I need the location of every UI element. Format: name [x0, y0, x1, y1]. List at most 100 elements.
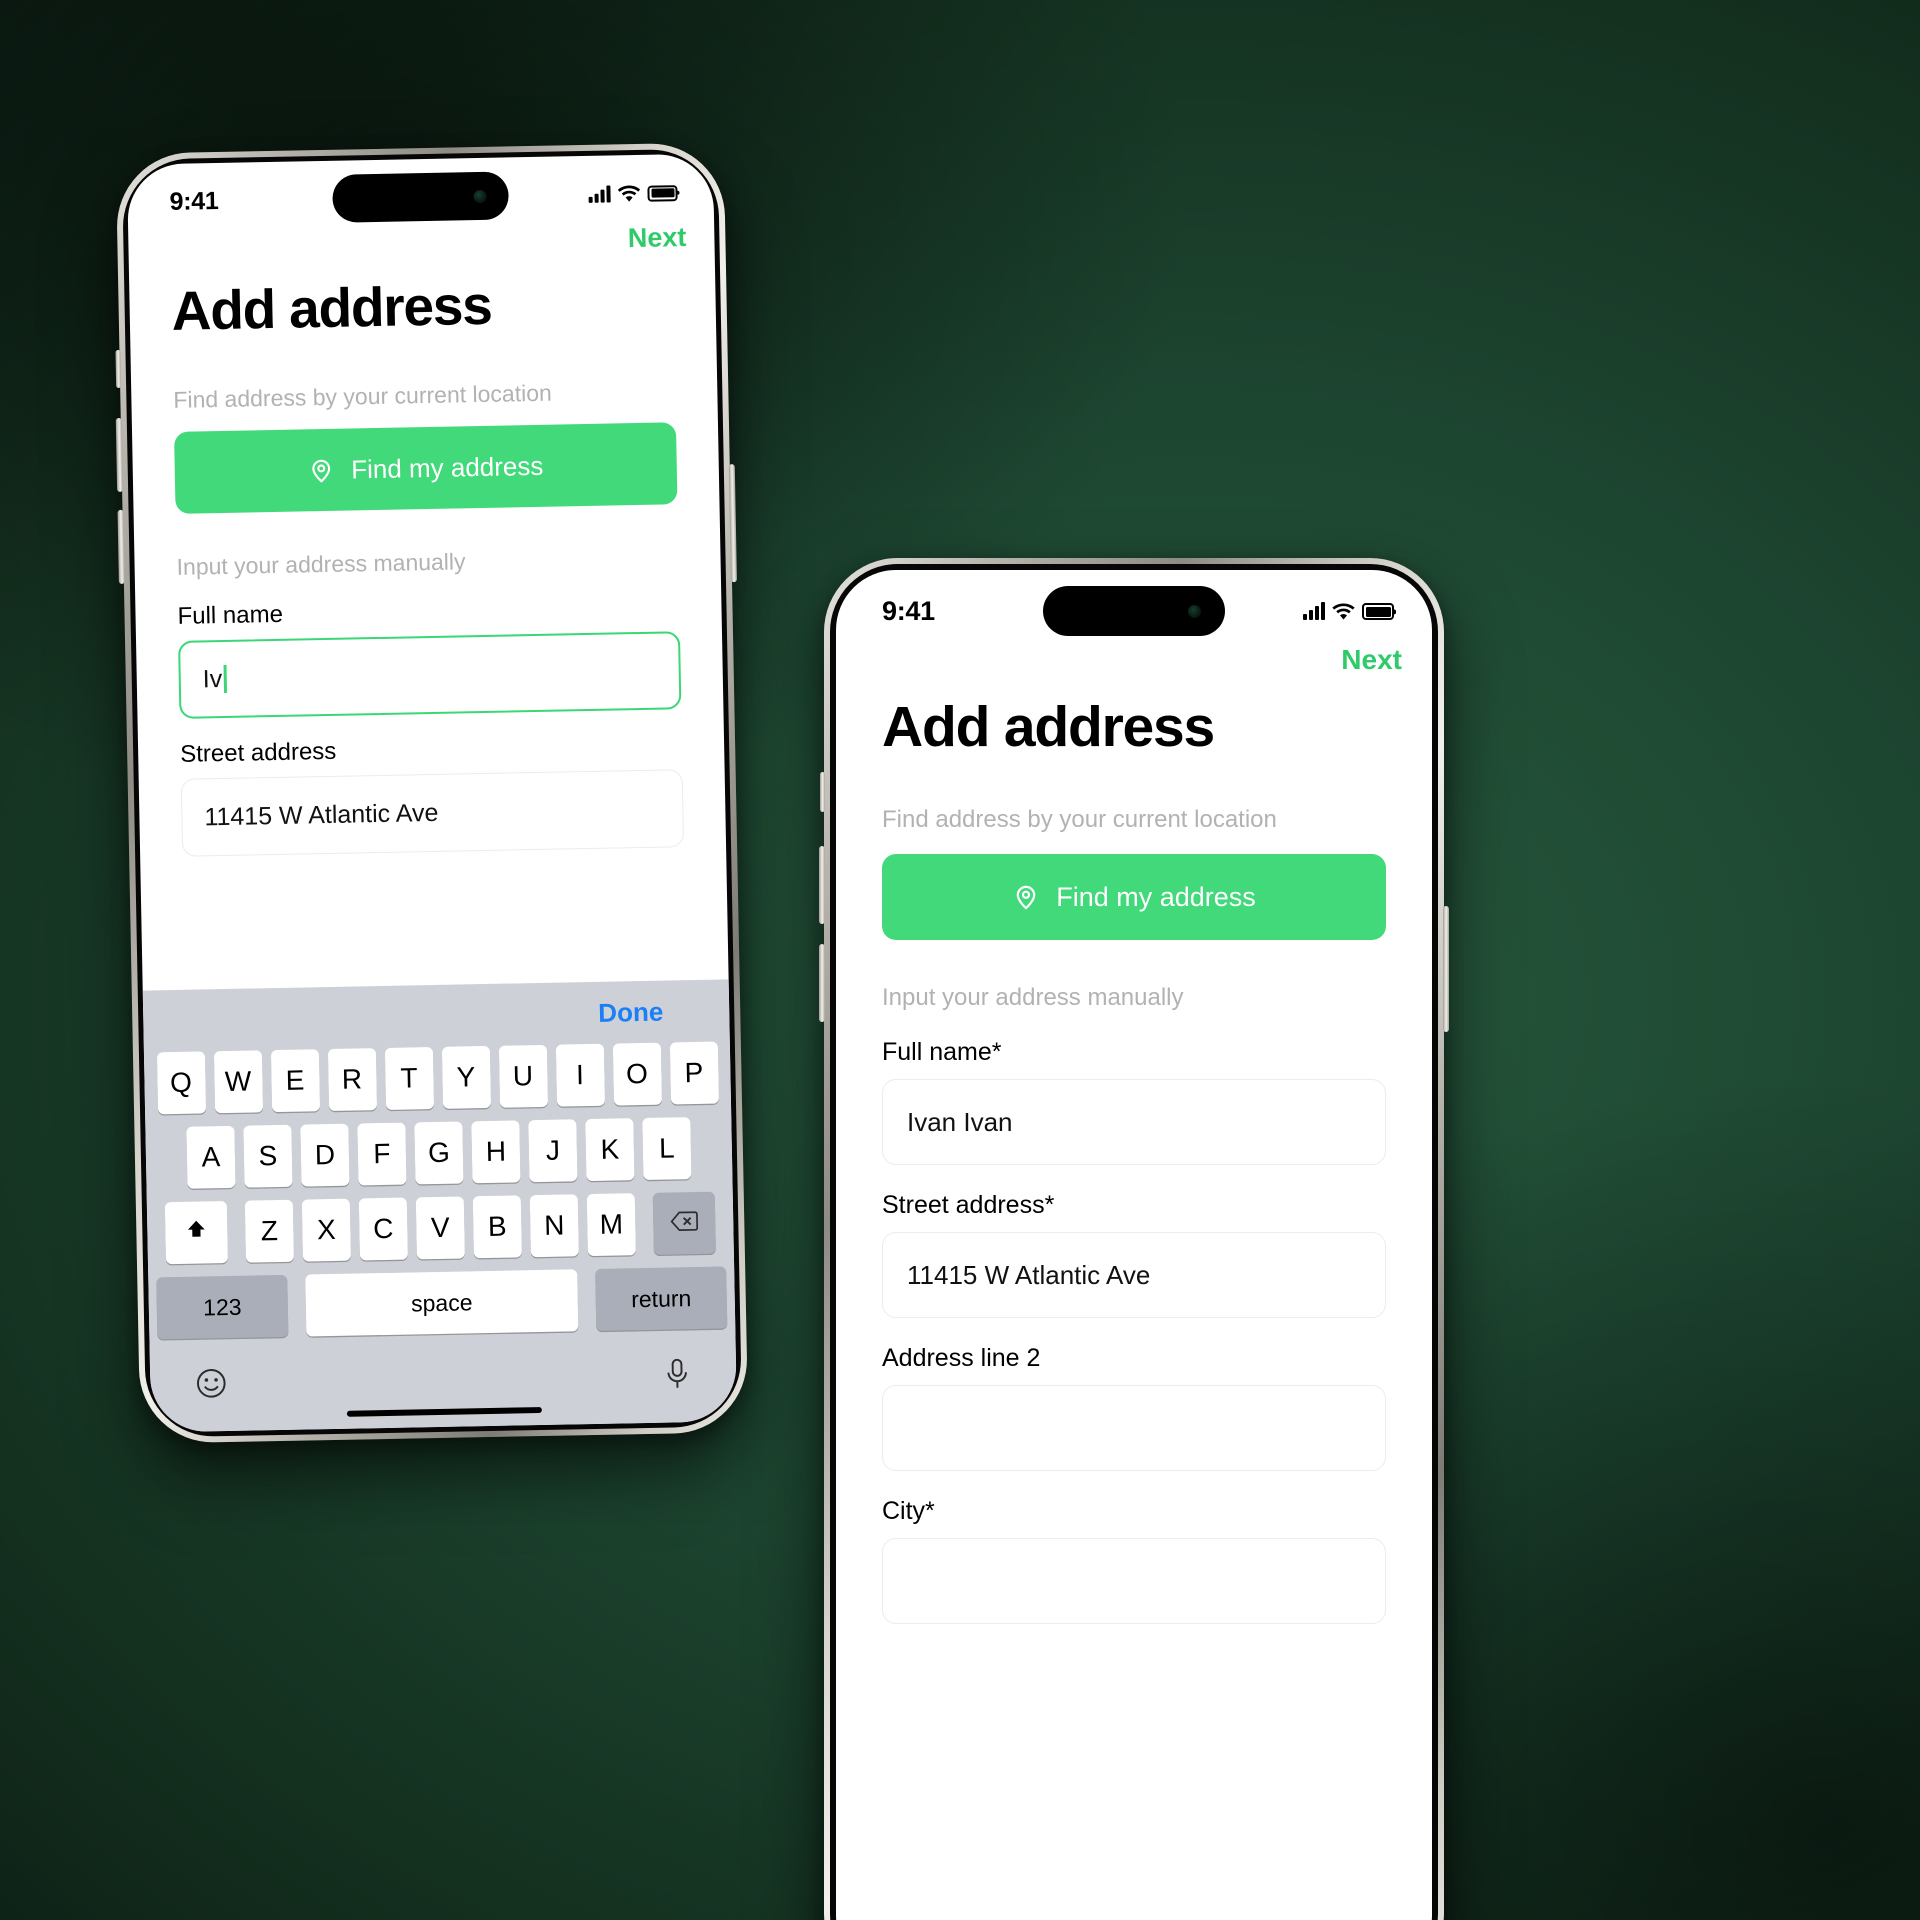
full-name-input[interactable]: Ivan Ivan	[882, 1079, 1386, 1165]
volume-up-button[interactable]	[819, 846, 825, 924]
keyboard-accessory-bar: Done	[143, 979, 730, 1052]
full-name-value: Iv	[202, 664, 223, 693]
find-my-address-button[interactable]: Find my address	[174, 422, 678, 514]
full-name-label: Full name*	[882, 1038, 1002, 1066]
location-pin-icon	[308, 456, 336, 484]
dynamic-island	[1043, 586, 1225, 636]
dynamic-island	[332, 171, 510, 223]
street-address-label: Street address*	[882, 1191, 1055, 1219]
key-i[interactable]: I	[555, 1043, 605, 1107]
key-l[interactable]: L	[642, 1117, 692, 1181]
key-d[interactable]: D	[300, 1123, 350, 1187]
full-name-input[interactable]: Iv	[178, 631, 682, 719]
onscreen-keyboard: Done QWERTYUIOP ASDFGHJKL ZXCVBNM 123 sp…	[142, 979, 738, 1433]
key-o[interactable]: O	[612, 1042, 662, 1106]
phone-screen-right: 9:41 Next Add address Find address by yo…	[836, 570, 1432, 1920]
battery-icon	[1362, 603, 1394, 620]
next-button[interactable]: Next	[628, 222, 687, 254]
emoji-smiley-icon[interactable]	[194, 1366, 229, 1406]
space-key[interactable]: space	[305, 1269, 579, 1337]
street-address-value: 11415 W Atlantic Ave	[204, 798, 439, 831]
shift-key[interactable]	[164, 1201, 228, 1265]
location-section-hint: Find address by your current location	[173, 379, 553, 413]
phone-screen-left: 9:41 Next Add address Find address by yo…	[126, 153, 738, 1433]
key-s[interactable]: S	[243, 1124, 293, 1188]
key-g[interactable]: G	[414, 1121, 464, 1185]
backspace-delete-icon	[670, 1207, 699, 1240]
find-my-address-label: Find my address	[1056, 881, 1256, 912]
address-line-2-input[interactable]	[882, 1385, 1386, 1471]
city-label: City*	[882, 1497, 935, 1525]
cellular-bars-icon	[1303, 602, 1325, 620]
key-b[interactable]: B	[472, 1195, 522, 1259]
key-k[interactable]: K	[585, 1118, 635, 1182]
microphone-icon[interactable]	[662, 1357, 693, 1397]
street-address-value: 11415 W Atlantic Ave	[907, 1259, 1151, 1290]
key-q[interactable]: Q	[156, 1051, 206, 1115]
key-h[interactable]: H	[471, 1120, 521, 1184]
status-time: 9:41	[169, 186, 219, 216]
key-t[interactable]: T	[384, 1047, 434, 1110]
city-field-wrap	[836, 1526, 1432, 1624]
city-input[interactable]	[882, 1538, 1386, 1624]
volume-down-button[interactable]	[819, 944, 825, 1022]
keyboard-bottom-bar	[150, 1341, 737, 1414]
numbers-key[interactable]: 123	[156, 1274, 289, 1340]
key-y[interactable]: Y	[441, 1045, 491, 1109]
next-button[interactable]: Next	[1341, 644, 1402, 676]
full-name-field-wrap: Iv	[136, 620, 724, 719]
backspace-key[interactable]	[652, 1191, 716, 1255]
status-bar: 9:41	[836, 570, 1432, 636]
page-title: Add address	[171, 273, 493, 342]
silence-switch[interactable]	[820, 772, 825, 812]
key-p[interactable]: P	[669, 1041, 719, 1105]
page-title: Add address	[882, 695, 1215, 759]
key-z[interactable]: Z	[244, 1199, 294, 1263]
status-icons	[1303, 602, 1394, 620]
return-key[interactable]: return	[595, 1266, 728, 1331]
manual-section-hint: Input your address manually	[176, 548, 466, 580]
key-j[interactable]: J	[528, 1119, 578, 1183]
power-button[interactable]	[1443, 906, 1449, 1032]
status-time: 9:41	[882, 595, 935, 626]
nav-bar: Next	[836, 634, 1432, 676]
street-address-field-wrap: 11415 W Atlantic Ave	[138, 758, 726, 857]
status-bar: 9:41	[127, 153, 714, 224]
battery-icon	[647, 184, 678, 202]
street-address-input[interactable]: 11415 W Atlantic Ave	[882, 1232, 1386, 1318]
cellular-bars-icon	[588, 184, 611, 203]
front-camera-icon	[473, 189, 487, 203]
key-r[interactable]: R	[327, 1048, 377, 1112]
street-address-input[interactable]: 11415 W Atlantic Ave	[180, 769, 685, 857]
text-caret	[223, 664, 227, 693]
keyboard-row-2: ASDFGHJKL	[145, 1116, 732, 1189]
key-n[interactable]: N	[529, 1194, 579, 1258]
location-pin-icon	[1012, 883, 1040, 911]
key-x[interactable]: X	[301, 1198, 351, 1262]
manual-section-hint: Input your address manually	[882, 984, 1184, 1011]
keyboard-row-1: QWERTYUIOP	[144, 1041, 731, 1115]
keyboard-done-button[interactable]: Done	[598, 996, 664, 1028]
wifi-icon	[617, 184, 641, 202]
full-name-value: Ivan Ivan	[907, 1106, 1013, 1137]
find-my-address-button[interactable]: Find my address	[882, 854, 1386, 940]
front-camera-icon	[1188, 604, 1201, 618]
key-f[interactable]: F	[357, 1122, 407, 1186]
key-a[interactable]: A	[186, 1125, 236, 1189]
key-c[interactable]: C	[358, 1197, 408, 1261]
silence-switch[interactable]	[115, 349, 122, 388]
keyboard-row-3: ZXCVBNM	[147, 1191, 734, 1265]
shift-up-arrow-icon	[184, 1216, 209, 1248]
address-line-2-label: Address line 2	[882, 1344, 1041, 1372]
key-w[interactable]: W	[213, 1050, 263, 1114]
status-icons	[588, 184, 678, 203]
find-my-address-label: Find my address	[350, 450, 544, 484]
key-v[interactable]: V	[415, 1196, 465, 1260]
location-section-hint: Find address by your current location	[882, 806, 1277, 833]
phone-mockup-left: 9:41 Next Add address Find address by yo…	[115, 142, 749, 1444]
key-u[interactable]: U	[498, 1044, 548, 1108]
key-e[interactable]: E	[270, 1049, 320, 1113]
wifi-icon	[1332, 603, 1355, 620]
keyboard-row-4: 123 space return	[148, 1266, 735, 1340]
key-m[interactable]: M	[586, 1193, 636, 1257]
